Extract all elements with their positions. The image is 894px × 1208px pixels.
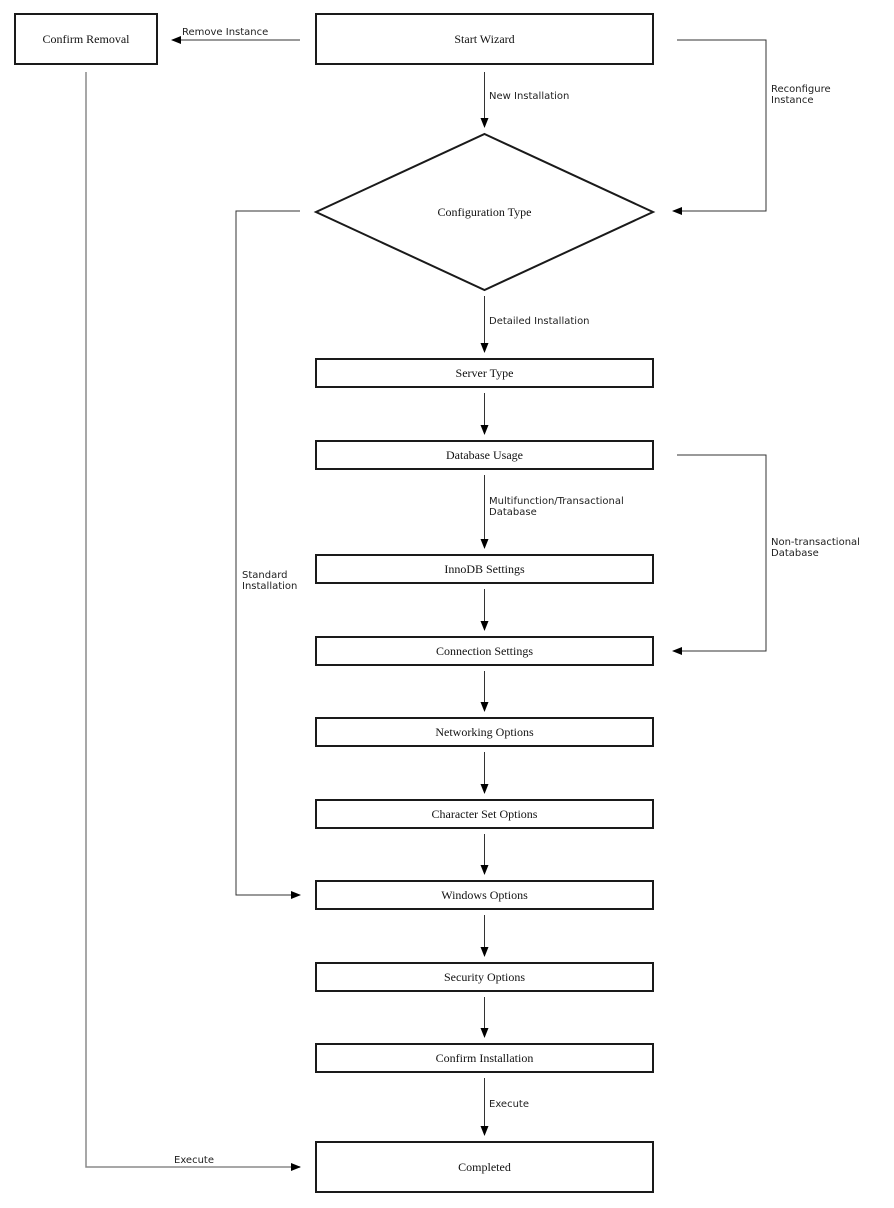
node-confirm-installation: Confirm Installation <box>315 1043 654 1073</box>
node-label: Configuration Type <box>438 205 532 219</box>
edge-label: Execute <box>174 1155 214 1166</box>
node-start-wizard: Start Wizard <box>315 13 654 65</box>
node-label: Database Usage <box>446 448 523 462</box>
node-security-options: Security Options <box>315 962 654 992</box>
connector-arrow <box>235 210 301 899</box>
edge-confirm-removal-to-completed <box>85 72 301 1171</box>
node-server-type: Server Type <box>315 358 654 388</box>
node-networking-options: Networking Options <box>315 717 654 747</box>
node-windows-options: Windows Options <box>315 880 654 910</box>
edge-label: Execute <box>489 1099 529 1110</box>
edge-label: Standard <box>242 570 288 581</box>
node-label: Confirm Installation <box>436 1051 534 1065</box>
node-confirm-removal: Confirm Removal <box>14 13 158 65</box>
node-label: InnoDB Settings <box>444 562 525 576</box>
edge-label: Non-transactional <box>771 537 860 548</box>
node-label: Windows Options <box>441 888 528 902</box>
node-label: Character Set Options <box>432 807 538 821</box>
node-database-usage: Database Usage <box>315 440 654 470</box>
edge-label: Database <box>771 548 819 559</box>
edge-label: New Installation <box>489 91 569 102</box>
node-label: Start Wizard <box>454 32 514 46</box>
edge-label: Installation <box>242 581 297 592</box>
edge-label: Reconfigure <box>771 84 831 95</box>
node-label: Security Options <box>444 970 525 984</box>
edge-label: Remove Instance <box>182 27 268 38</box>
connector-arrow <box>85 72 301 1171</box>
node-connection-settings: Connection Settings <box>315 636 654 666</box>
connector-arrow <box>672 39 767 215</box>
node-label: Completed <box>458 1160 511 1174</box>
edge-label: Detailed Installation <box>489 316 590 327</box>
flowchart-canvas: Confirm Removal Start Wizard Configuration… <box>14 13 860 1193</box>
node-innodb-settings: InnoDB Settings <box>315 554 654 584</box>
node-completed: Completed <box>315 1141 654 1193</box>
edge-configuration-type-to-windows-options <box>235 210 301 899</box>
edge-label: Database <box>489 507 537 518</box>
edge-label: Instance <box>771 95 814 106</box>
node-label: Confirm Removal <box>43 32 131 46</box>
connector-arrow <box>672 454 767 655</box>
node-label: Server Type <box>456 366 514 380</box>
edge-start-wizard-to-configuration-type <box>672 39 767 215</box>
edge-label: Multifunction/Transactional <box>489 496 624 507</box>
node-configuration-type: Configuration Type <box>313 132 656 292</box>
node-label: Networking Options <box>435 725 534 739</box>
node-label: Connection Settings <box>436 644 533 658</box>
node-character-set-options: Character Set Options <box>315 799 654 829</box>
edge-database-usage-to-connection-settings <box>672 454 767 655</box>
